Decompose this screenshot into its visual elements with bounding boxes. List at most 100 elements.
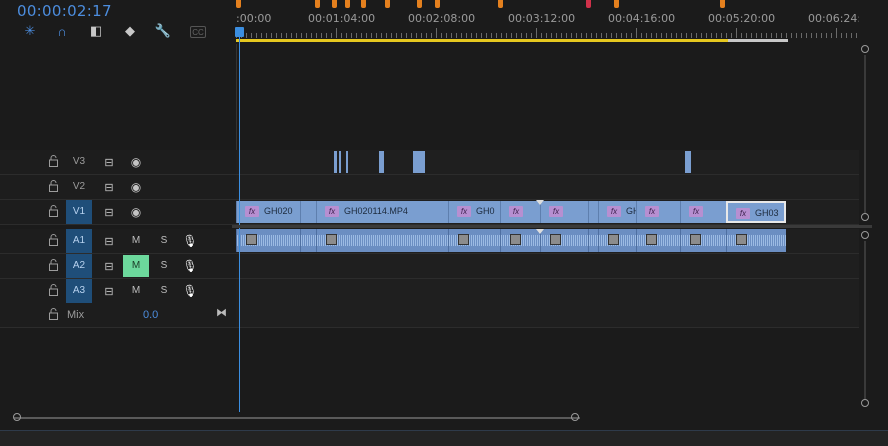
captions-icon[interactable]: CC bbox=[190, 26, 206, 38]
audio-clip[interactable] bbox=[598, 229, 636, 252]
lock-icon[interactable] bbox=[49, 234, 58, 246]
lock-icon[interactable] bbox=[49, 308, 58, 320]
timecode-display[interactable]: 00:00:02:17 bbox=[17, 2, 112, 20]
video-clip-v3[interactable] bbox=[379, 151, 384, 173]
video-clip[interactable]: fx GH020114.MP4 bbox=[316, 201, 448, 223]
ruler-tick bbox=[566, 33, 567, 38]
sync-lock-icon[interactable]: ⊟ bbox=[100, 232, 118, 250]
ruler-marker[interactable] bbox=[332, 0, 337, 8]
hscroll-track[interactable] bbox=[14, 417, 580, 419]
audio-clip[interactable] bbox=[448, 229, 500, 252]
eye-icon[interactable]: ◉ bbox=[127, 178, 145, 196]
ruler-marker[interactable] bbox=[385, 0, 390, 8]
hscroll-right-handle[interactable] bbox=[571, 413, 579, 421]
track-name[interactable]: V3 bbox=[66, 150, 92, 174]
video-clip[interactable] bbox=[300, 201, 316, 223]
ruler-marker[interactable] bbox=[315, 0, 320, 8]
work-area-bar[interactable] bbox=[236, 39, 728, 42]
audio-clip[interactable] bbox=[236, 229, 300, 252]
video-clip[interactable]: fx bbox=[636, 201, 680, 223]
solo-button[interactable]: S bbox=[155, 279, 173, 303]
audio-clip[interactable] bbox=[588, 229, 598, 252]
solo-button[interactable]: S bbox=[155, 254, 173, 278]
mute-button[interactable]: M bbox=[123, 255, 149, 277]
lock-icon[interactable] bbox=[49, 284, 58, 296]
mute-button[interactable]: M bbox=[123, 230, 149, 252]
video-clip[interactable]: fx GH020 bbox=[236, 201, 300, 223]
video-clip-v3[interactable] bbox=[413, 151, 425, 173]
ruler-marker[interactable] bbox=[236, 0, 241, 8]
ruler-tick bbox=[351, 33, 352, 38]
snap-icon[interactable]: ✳ bbox=[20, 22, 40, 40]
vscroll-bottom-handle[interactable] bbox=[861, 399, 869, 407]
video-clip[interactable]: fx GH03 bbox=[726, 201, 786, 223]
vscroll-top-handle[interactable] bbox=[861, 45, 869, 53]
ruler-marker[interactable] bbox=[361, 0, 366, 8]
eye-icon[interactable]: ◉ bbox=[127, 203, 145, 221]
audio-clip[interactable] bbox=[500, 229, 540, 252]
sync-lock-icon[interactable]: ⊟ bbox=[100, 153, 118, 171]
video-clip[interactable]: fx bbox=[680, 201, 726, 223]
track-name[interactable]: V2 bbox=[66, 175, 92, 199]
lock-icon[interactable] bbox=[49, 155, 58, 167]
lock-icon[interactable] bbox=[49, 180, 58, 192]
ruler-marker[interactable] bbox=[586, 0, 591, 8]
vscroll-mid-handle[interactable] bbox=[861, 213, 869, 221]
solo-button[interactable]: S bbox=[155, 229, 173, 253]
track-name[interactable]: A3 bbox=[66, 279, 92, 303]
add-marker-icon[interactable]: ◧ bbox=[86, 22, 106, 40]
video-clip-v3[interactable] bbox=[346, 151, 348, 173]
audio-clip[interactable] bbox=[726, 229, 786, 252]
audio-clip[interactable] bbox=[316, 229, 448, 252]
track-name[interactable]: A2 bbox=[66, 254, 92, 278]
lock-icon[interactable] bbox=[49, 259, 58, 271]
ruler-marker[interactable] bbox=[345, 0, 350, 8]
sync-lock-icon[interactable]: ⊟ bbox=[100, 178, 118, 196]
track-name[interactable]: V1 bbox=[66, 200, 92, 224]
video-clip-v3[interactable] bbox=[685, 151, 691, 173]
vscroll-lower-top-handle[interactable] bbox=[861, 231, 869, 239]
lock-icon[interactable] bbox=[49, 205, 58, 217]
vscroll-track-lower[interactable] bbox=[864, 241, 866, 399]
ruler-marker[interactable] bbox=[614, 0, 619, 8]
audio-clip[interactable] bbox=[540, 229, 588, 252]
video-clip[interactable]: fx bbox=[540, 201, 588, 223]
time-ruler[interactable]: :00:00 00:01:04:00 00:02:08:00 00:03:12:00 0… bbox=[236, 0, 859, 44]
track-divider[interactable] bbox=[232, 225, 872, 228]
sync-lock-icon[interactable]: ⊟ bbox=[100, 282, 118, 300]
ruler-marker[interactable] bbox=[720, 0, 725, 8]
transition-marker[interactable] bbox=[536, 200, 544, 205]
video-clip[interactable] bbox=[588, 201, 598, 223]
ruler-marker[interactable] bbox=[417, 0, 422, 8]
sync-lock-icon[interactable]: ⊟ bbox=[100, 257, 118, 275]
hscroll-left-handle[interactable] bbox=[13, 413, 21, 421]
vscroll-track-upper[interactable] bbox=[864, 55, 866, 213]
ruler-marker[interactable] bbox=[498, 0, 503, 8]
ruler-marker[interactable] bbox=[435, 0, 440, 8]
audio-clip[interactable] bbox=[300, 229, 316, 252]
mix-value[interactable]: 0.0 bbox=[143, 309, 158, 321]
sync-lock-icon[interactable]: ⊟ bbox=[100, 203, 118, 221]
microphone-icon[interactable]: 🎙 bbox=[181, 257, 199, 275]
video-clip[interactable]: fx GH0 bbox=[448, 201, 500, 223]
marker-icon[interactable]: ◆ bbox=[120, 22, 140, 40]
audio-clip[interactable] bbox=[680, 229, 726, 252]
track-name[interactable]: A1 bbox=[66, 229, 92, 253]
mix-expand-icon[interactable]: ⧓ bbox=[216, 306, 227, 319]
playhead-line[interactable] bbox=[239, 28, 240, 412]
microphone-icon[interactable]: 🎙 bbox=[181, 232, 199, 250]
video-clip[interactable]: fx GH bbox=[598, 201, 636, 223]
mute-button[interactable]: M bbox=[123, 280, 149, 302]
eye-icon[interactable]: ◉ bbox=[127, 153, 145, 171]
video-clip[interactable]: fx bbox=[500, 201, 540, 223]
video-clip-v3[interactable] bbox=[339, 151, 341, 173]
video-clip-v3[interactable] bbox=[334, 151, 337, 173]
audio-clip[interactable] bbox=[636, 229, 680, 252]
work-area-end[interactable] bbox=[728, 39, 788, 42]
audio-fx-badge bbox=[646, 234, 657, 245]
ruler-tick bbox=[306, 33, 307, 38]
microphone-icon[interactable]: 🎙 bbox=[181, 282, 199, 300]
transition-marker[interactable] bbox=[536, 229, 544, 234]
wrench-icon[interactable]: 🔧 bbox=[153, 22, 173, 40]
linked-selection-icon[interactable]: ∩ bbox=[52, 22, 72, 40]
